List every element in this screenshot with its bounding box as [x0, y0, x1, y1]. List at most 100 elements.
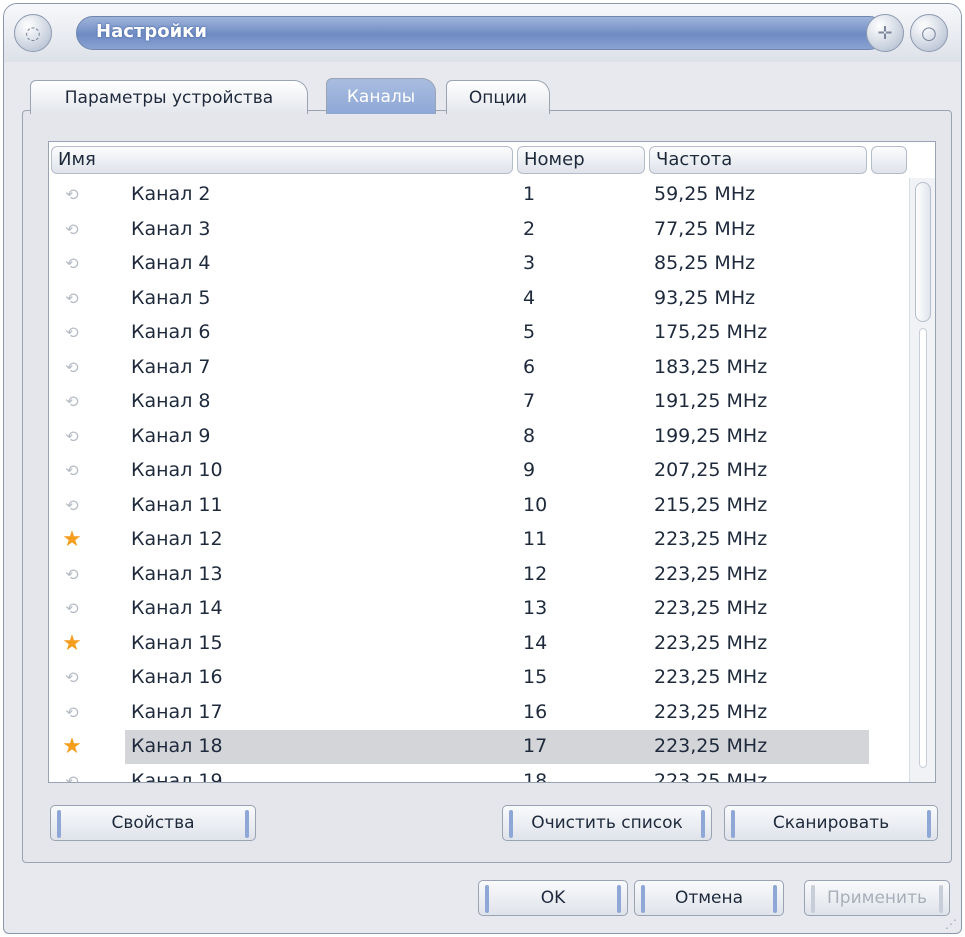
scrollbar-thumb[interactable] [915, 182, 931, 322]
tab-channels[interactable]: Каналы [326, 78, 436, 114]
channel-name: Канал 17 [131, 700, 223, 723]
channel-icon: ⟲ [65, 495, 79, 515]
channel-icon: ⟲ [65, 668, 79, 687]
channel-icon: ⟲ [65, 219, 79, 239]
channel-name: Канал 13 [131, 562, 223, 585]
channel-frequency: 223,25 MHz [654, 562, 768, 585]
menu-icon: ◌ [25, 22, 41, 44]
channel-name: Канал 9 [131, 424, 211, 447]
channel-frequency: 223,25 MHz [654, 700, 768, 723]
channel-icon: ⟲ [65, 771, 79, 783]
channel-list[interactable]: Имя Номер Частота ⟲ Канал 2 1 59,25 MHz ⟲ Кан… [48, 141, 936, 783]
channel-name: Канал 10 [131, 459, 223, 481]
channel-name: Канал 8 [131, 390, 211, 412]
channel-number: 12 [523, 562, 548, 585]
channel-number: 2 [523, 217, 536, 240]
channel-row[interactable]: ⟲ Канал 13 12 223,25 MHz [49, 558, 909, 592]
channel-row[interactable]: ⟲ Канал 9 8 199,25 MHz [49, 420, 909, 454]
channel-frequency: 223,25 MHz [654, 597, 768, 619]
channel-number: 13 [523, 597, 548, 619]
channel-number: 7 [523, 390, 536, 412]
channel-frequency: 59,25 MHz [654, 183, 756, 205]
channel-icon: ⟲ [65, 254, 79, 273]
clear-list-button[interactable]: Очистить список [502, 805, 712, 841]
star-icon: ★ [62, 630, 82, 656]
channel-icon: ⟲ [65, 357, 79, 377]
channel-icon: ⟲ [65, 461, 79, 480]
channel-row[interactable]: ⟲ Канал 6 5 175,25 MHz [49, 316, 909, 350]
channel-frequency: 175,25 MHz [654, 321, 768, 343]
channel-icon: ⟲ [65, 323, 79, 342]
apply-button: Применить [804, 880, 950, 916]
tab-device-settings[interactable]: Параметры устройства [30, 80, 308, 114]
channel-name: Канал 5 [131, 286, 211, 309]
channel-row[interactable]: ⟲ Канал 17 16 223,25 MHz [49, 696, 909, 730]
window-menu-button[interactable]: ◌ [14, 14, 52, 52]
channel-row[interactable]: ⟲ Канал 10 9 207,25 MHz [49, 454, 909, 488]
channel-icon: ⟲ [65, 185, 79, 204]
column-header-name[interactable]: Имя [51, 146, 513, 174]
channel-number: 17 [523, 735, 548, 757]
channel-row[interactable]: ★ Канал 12 11 223,25 MHz [49, 523, 909, 557]
channel-frequency: 191,25 MHz [654, 390, 768, 412]
tab-options[interactable]: Опции [446, 80, 550, 114]
channel-name: Канал 4 [131, 252, 211, 274]
column-header-extra[interactable] [871, 146, 907, 174]
cancel-button[interactable]: Отмена [634, 880, 784, 916]
column-header-frequency[interactable]: Частота [649, 146, 867, 174]
channel-number: 4 [523, 286, 536, 309]
channel-name: Канал 14 [131, 597, 223, 619]
properties-button[interactable]: Свойства [50, 805, 256, 841]
channel-frequency: 215,25 MHz [654, 493, 768, 516]
channel-number: 8 [523, 424, 536, 447]
channel-number: 10 [523, 493, 548, 516]
channel-row[interactable]: ⟲ Канал 11 10 215,25 MHz [49, 489, 909, 523]
channel-frequency: 93,25 MHz [654, 286, 756, 309]
channel-row[interactable]: ⟲ Канал 19 18 223,25 MHz [49, 765, 909, 783]
channel-name: Канал 6 [131, 321, 211, 343]
list-header: Имя Номер Частота [49, 142, 935, 178]
channel-name: Канал 7 [131, 355, 211, 378]
channel-row[interactable]: ⟲ Канал 3 2 77,25 MHz [49, 213, 909, 247]
channel-name: Канал 3 [131, 217, 211, 240]
channel-row[interactable]: ★ Канал 18 17 223,25 MHz [49, 730, 909, 764]
channel-frequency: 223,25 MHz [654, 735, 768, 757]
channel-icon: ⟲ [65, 564, 79, 584]
channel-frequency: 85,25 MHz [654, 252, 756, 274]
channel-number: 14 [523, 631, 548, 654]
channel-frequency: 183,25 MHz [654, 355, 768, 378]
channel-row[interactable]: ⟲ Канал 8 7 191,25 MHz [49, 385, 909, 419]
channel-number: 11 [523, 528, 548, 550]
channel-icon: ⟲ [65, 288, 79, 308]
maximize-button[interactable]: ✛ [866, 14, 904, 52]
channel-row[interactable]: ⟲ Канал 5 4 93,25 MHz [49, 282, 909, 316]
channel-row[interactable]: ⟲ Канал 7 6 183,25 MHz [49, 351, 909, 385]
channel-frequency: 223,25 MHz [654, 631, 768, 654]
channel-row[interactable]: ⟲ Канал 14 13 223,25 MHz [49, 592, 909, 626]
close-button[interactable]: ○ [910, 14, 948, 52]
channel-number: 18 [523, 769, 548, 783]
channel-icon: ⟲ [65, 392, 79, 411]
scrollbar-track[interactable] [919, 328, 927, 768]
vertical-scrollbar[interactable] [909, 178, 935, 782]
settings-window: ◌ Настройки ✛ ○ Параметры устройства Кан… [3, 3, 962, 934]
maximize-icon: ✛ [877, 22, 893, 44]
channel-row[interactable]: ⟲ Канал 16 15 223,25 MHz [49, 661, 909, 695]
star-icon: ★ [62, 527, 82, 552]
channel-row[interactable]: ★ Канал 15 14 223,25 MHz [49, 627, 909, 661]
channel-name: Канал 16 [131, 666, 223, 688]
star-icon: ★ [62, 734, 82, 759]
scan-button[interactable]: Сканировать [724, 805, 938, 841]
ok-button[interactable]: OK [478, 880, 628, 916]
resize-grip-icon[interactable]: ⋰ [945, 917, 957, 931]
column-header-number[interactable]: Номер [517, 146, 645, 174]
channel-frequency: 223,25 MHz [654, 528, 768, 550]
channel-row[interactable]: ⟲ Канал 2 1 59,25 MHz [49, 178, 909, 212]
channel-number: 9 [523, 459, 536, 481]
channel-number: 3 [523, 252, 536, 274]
channel-number: 15 [523, 666, 548, 688]
channel-frequency: 223,25 MHz [654, 769, 768, 783]
channel-name: Канал 15 [131, 631, 223, 654]
channel-row[interactable]: ⟲ Канал 4 3 85,25 MHz [49, 247, 909, 281]
channel-number: 16 [523, 700, 548, 723]
